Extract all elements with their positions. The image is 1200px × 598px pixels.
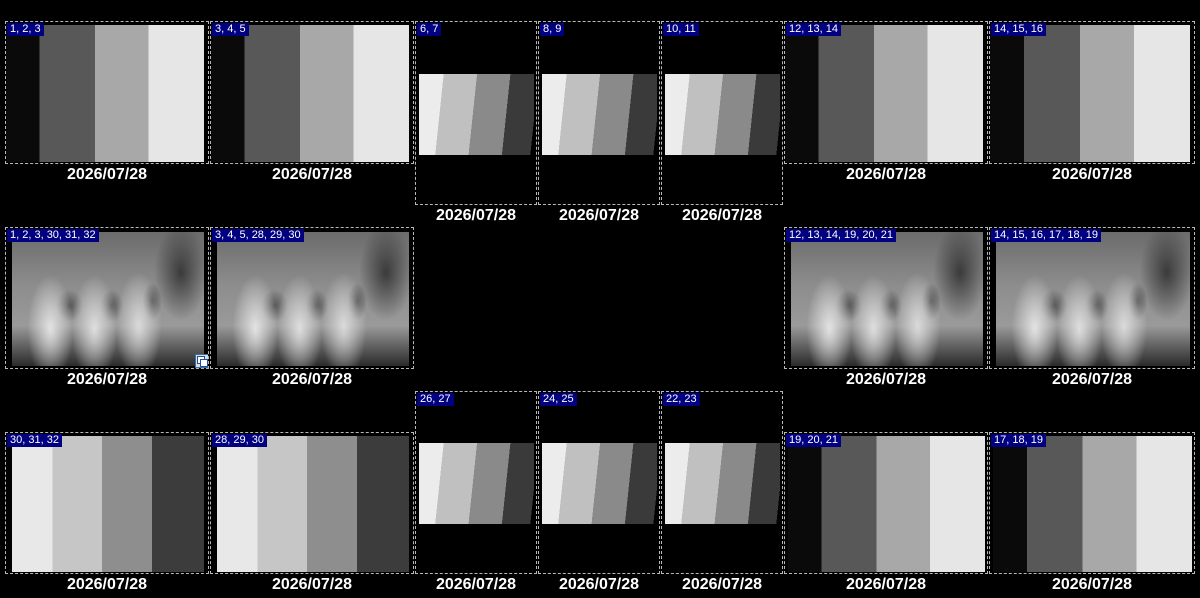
image-date: 2026/07/28 bbox=[435, 576, 517, 593]
image-slot[interactable]: 10, 11 bbox=[661, 21, 783, 205]
image-slot[interactable]: 22, 23 bbox=[661, 391, 783, 574]
image-date: 2026/07/28 bbox=[845, 371, 927, 388]
image-slot[interactable]: 19, 20, 21 bbox=[784, 432, 988, 574]
tooth-numbers-label: 12, 13, 14, 19, 20, 21 bbox=[786, 229, 896, 242]
image-date: 2026/07/28 bbox=[558, 207, 640, 224]
tooth-numbers-label: 30, 31, 32 bbox=[7, 434, 62, 447]
tooth-numbers-label: 3, 4, 5, 28, 29, 30 bbox=[212, 229, 304, 242]
image-slot[interactable]: 12, 13, 14, 19, 20, 21 bbox=[784, 227, 988, 369]
tooth-numbers-label: 1, 2, 3 bbox=[7, 23, 44, 36]
xray-image bbox=[665, 74, 780, 155]
image-slot[interactable]: 17, 18, 19 bbox=[989, 432, 1195, 574]
image-date: 2026/07/28 bbox=[845, 576, 927, 593]
xray-image bbox=[419, 443, 534, 524]
xray-image bbox=[788, 436, 985, 572]
tooth-numbers-label: 22, 23 bbox=[663, 393, 700, 406]
image-slot[interactable]: 6, 7 bbox=[415, 21, 537, 205]
tooth-numbers-label: 14, 15, 16 bbox=[991, 23, 1046, 36]
xray-image bbox=[211, 25, 409, 162]
tooth-numbers-label: 17, 18, 19 bbox=[991, 434, 1046, 447]
xray-image bbox=[785, 25, 983, 162]
image-date: 2026/07/28 bbox=[1051, 166, 1133, 183]
image-slot[interactable]: 30, 31, 32 bbox=[5, 432, 209, 574]
tooth-numbers-label: 12, 13, 14 bbox=[786, 23, 841, 36]
xray-image bbox=[12, 436, 204, 572]
xray-image bbox=[665, 443, 780, 524]
image-slot[interactable]: 14, 15, 16 bbox=[989, 21, 1195, 164]
xray-image bbox=[542, 74, 657, 155]
image-slot[interactable]: 28, 29, 30 bbox=[210, 432, 414, 574]
image-slot[interactable]: 1, 2, 3 bbox=[5, 21, 209, 164]
xray-image bbox=[990, 25, 1190, 162]
xray-image bbox=[542, 443, 657, 524]
image-date: 2026/07/28 bbox=[66, 576, 148, 593]
image-date: 2026/07/28 bbox=[1051, 576, 1133, 593]
xray-image bbox=[217, 232, 409, 366]
image-slot[interactable]: 3, 4, 5, 28, 29, 30 bbox=[210, 227, 414, 369]
xray-image bbox=[6, 25, 204, 162]
tooth-numbers-label: 3, 4, 5 bbox=[212, 23, 249, 36]
image-slot[interactable]: 3, 4, 5 bbox=[210, 21, 414, 164]
tooth-numbers-label: 24, 25 bbox=[540, 393, 577, 406]
image-slot[interactable]: 12, 13, 14 bbox=[784, 21, 988, 164]
image-date: 2026/07/28 bbox=[66, 371, 148, 388]
image-date: 2026/07/28 bbox=[66, 166, 148, 183]
image-date: 2026/07/28 bbox=[271, 576, 353, 593]
image-date: 2026/07/28 bbox=[558, 576, 640, 593]
tooth-numbers-label: 6, 7 bbox=[417, 23, 442, 36]
xray-image bbox=[993, 436, 1192, 572]
image-slot[interactable]: 14, 15, 16, 17, 18, 19 bbox=[989, 227, 1195, 369]
xray-image bbox=[12, 232, 204, 366]
xray-image bbox=[217, 436, 409, 572]
tooth-numbers-label: 14, 15, 16, 17, 18, 19 bbox=[991, 229, 1101, 242]
tooth-numbers-label: 19, 20, 21 bbox=[786, 434, 841, 447]
image-slot[interactable]: 1, 2, 3, 30, 31, 32 bbox=[5, 227, 209, 369]
image-date: 2026/07/28 bbox=[271, 166, 353, 183]
copy-icon[interactable] bbox=[195, 354, 208, 368]
image-date: 2026/07/28 bbox=[681, 576, 763, 593]
xray-image bbox=[419, 74, 534, 155]
image-slot[interactable]: 26, 27 bbox=[415, 391, 537, 574]
tooth-numbers-label: 26, 27 bbox=[417, 393, 454, 406]
image-date: 2026/07/28 bbox=[271, 371, 353, 388]
image-date: 2026/07/28 bbox=[845, 166, 927, 183]
tooth-numbers-label: 10, 11 bbox=[663, 23, 699, 36]
image-slot[interactable]: 8, 9 bbox=[538, 21, 660, 205]
image-slot[interactable]: 24, 25 bbox=[538, 391, 660, 574]
image-date: 2026/07/28 bbox=[1051, 371, 1133, 388]
tooth-numbers-label: 1, 2, 3, 30, 31, 32 bbox=[7, 229, 99, 242]
xray-image bbox=[791, 232, 983, 366]
image-date: 2026/07/28 bbox=[435, 207, 517, 224]
tooth-numbers-label: 28, 29, 30 bbox=[212, 434, 267, 447]
xray-image bbox=[996, 232, 1190, 366]
image-date: 2026/07/28 bbox=[681, 207, 763, 224]
tooth-numbers-label: 8, 9 bbox=[540, 23, 565, 36]
